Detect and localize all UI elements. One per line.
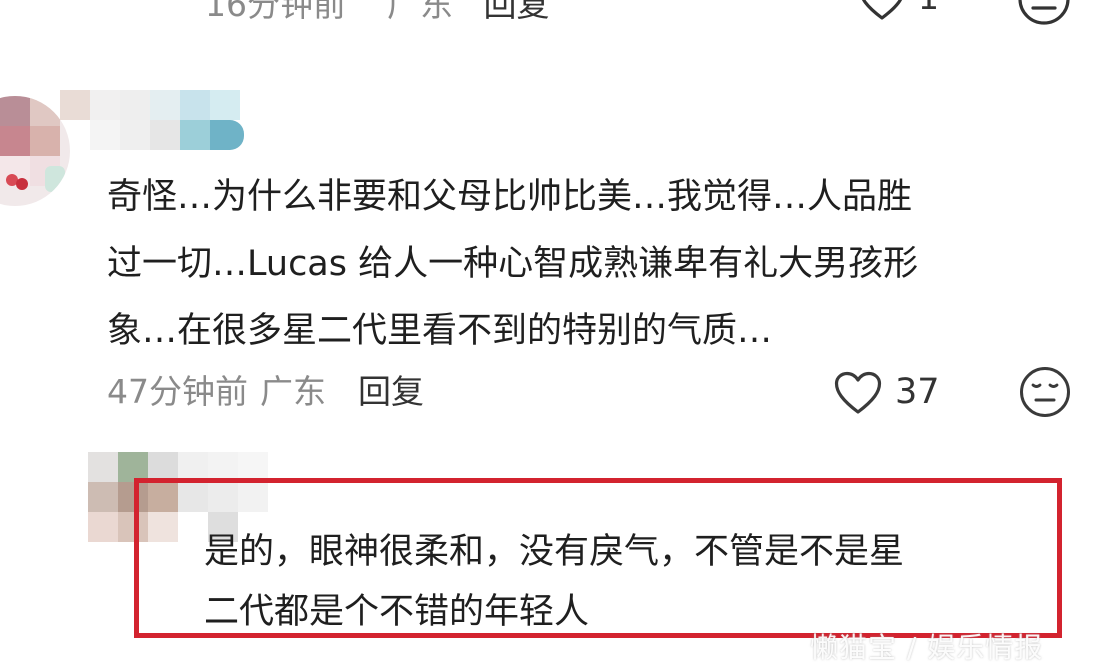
top-comment-like-count: 1 [918,0,939,17]
reply-text-line: 是的，眼神很柔和，没有戾气，不管是不是星 [204,532,905,572]
comment-text-line: 奇怪…为什么非要和父母比帅比美…我觉得…人品胜 [107,177,913,217]
watermark: 懒猫宝 / 娱乐情报 [810,631,1044,664]
comment-text-line: 过一切…Lucas 给人一种心智成熟谦卑有礼大男孩形 [107,244,919,284]
reply-button[interactable]: 回复 [358,372,424,411]
heart-outline-icon[interactable] [833,370,883,416]
top-comment-time: 16分钟前 [205,0,346,24]
comment-location: 广东 [260,372,326,411]
comment-time: 47分钟前 [107,372,248,411]
like-count: 37 [895,372,940,412]
top-comment-location: 广东 [387,0,453,24]
meh-face-icon[interactable] [1019,366,1071,418]
comment-meta: 47分钟前 广东 回复 [107,368,424,416]
top-comment-meta: 16分钟前 广东 回复 [205,0,550,26]
meh-face-icon[interactable] [1017,0,1071,26]
heart-outline-icon[interactable] [858,0,906,22]
comment-text-line: 象…在很多星二代里看不到的特别的气质… [107,311,773,351]
username-mosaic[interactable] [0,90,250,152]
top-comment-reply-button[interactable]: 回复 [484,0,550,24]
comment-text: 奇怪…为什么非要和父母比帅比美…我觉得…人品胜 过一切…Lucas 给人一种心智… [107,164,1067,365]
reply-text: 是的，眼神很柔和，没有戾气，不管是不是星 二代都是个不错的年轻人 [204,522,1054,642]
